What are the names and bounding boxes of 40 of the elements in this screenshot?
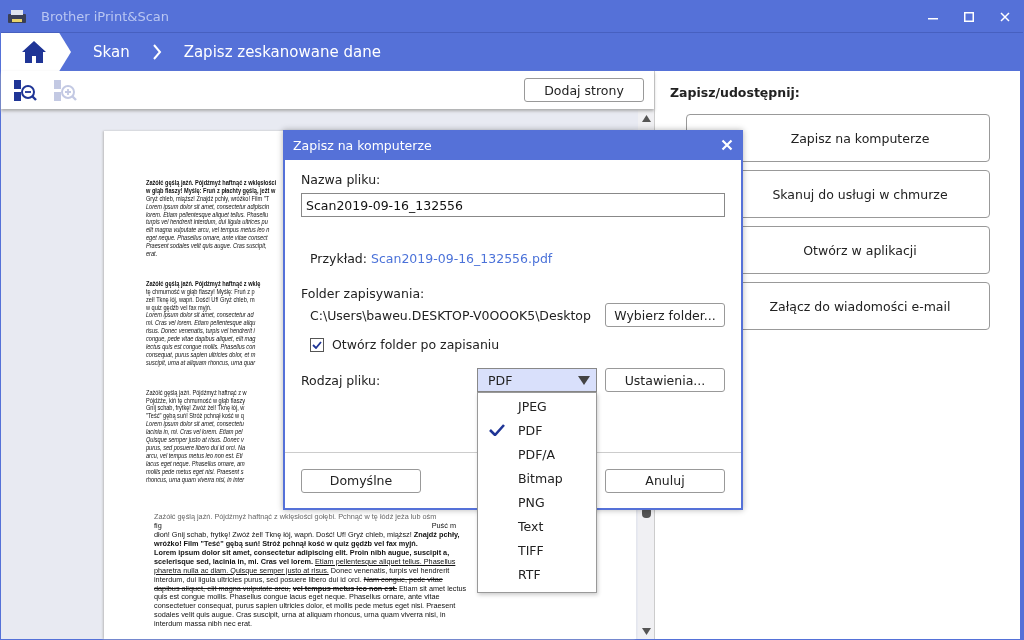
dropdown-option[interactable]: PNG xyxy=(478,490,596,514)
window-title: Brother iPrint&Scan xyxy=(41,9,170,24)
checkbox[interactable] xyxy=(310,337,324,352)
dialog-button[interactable]: Anuluj xyxy=(605,468,725,493)
scroll-down-icon[interactable] xyxy=(641,628,651,635)
printer-icon xyxy=(7,8,27,25)
field-label: Folder zapisywania: xyxy=(301,286,426,301)
folder-path: C:\Users\baweu.DESKTOP-V0OOOK5\Desktop xyxy=(310,307,591,323)
field-label: Rodzaj pliku: xyxy=(301,372,382,388)
choose-folder-button[interactable]: Wybierz folder... xyxy=(605,303,725,327)
maximize-icon[interactable] xyxy=(964,11,974,22)
close-icon[interactable] xyxy=(1000,11,1010,22)
file-name-field[interactable]: Scan2019-09-16_132556 xyxy=(301,193,725,217)
scroll-up-icon[interactable] xyxy=(641,115,651,122)
close-icon[interactable] xyxy=(721,139,733,151)
dialog-title: Zapisz na komputerze xyxy=(293,137,433,153)
dropdown-option[interactable]: Bitmap xyxy=(478,466,596,490)
dialog-button[interactable]: Domyślne xyxy=(301,468,421,493)
dropdown-option[interactable]: RTF xyxy=(478,562,596,586)
chevron-icon xyxy=(151,44,162,60)
add-pages-button[interactable]: Dodaj strony xyxy=(524,78,644,102)
dropdown-option[interactable]: TIFF xyxy=(478,538,596,562)
dropdown-value: PDF xyxy=(488,372,513,388)
example-file-name: Scan2019-09-16_132556.pdf xyxy=(371,251,553,266)
dropdown-option[interactable]: JPEG xyxy=(478,394,596,418)
breadcrumb-item[interactable]: Zapisz zeskanowane dane xyxy=(183,43,381,61)
example-label: Przykład: xyxy=(310,251,367,266)
field-label: Nazwa pliku: xyxy=(301,172,382,187)
check-icon xyxy=(312,340,322,349)
zoom-out-icon[interactable] xyxy=(13,78,37,102)
dropdown-option[interactable]: PDF xyxy=(478,418,596,442)
home-button[interactable] xyxy=(1,32,71,72)
settings-button[interactable]: Ustawienia... xyxy=(605,368,725,392)
checkbox-label: Otwórz folder po zapisaniu xyxy=(332,337,500,352)
home-icon xyxy=(21,40,47,64)
breadcrumb-item[interactable]: Skan xyxy=(93,43,130,61)
caret-icon xyxy=(578,375,590,385)
dropdown-option[interactable]: PDF/A xyxy=(478,442,596,466)
dropdown-option[interactable]: Text xyxy=(478,514,596,538)
panel-title: Zapisz/udostępnij: xyxy=(670,85,801,100)
